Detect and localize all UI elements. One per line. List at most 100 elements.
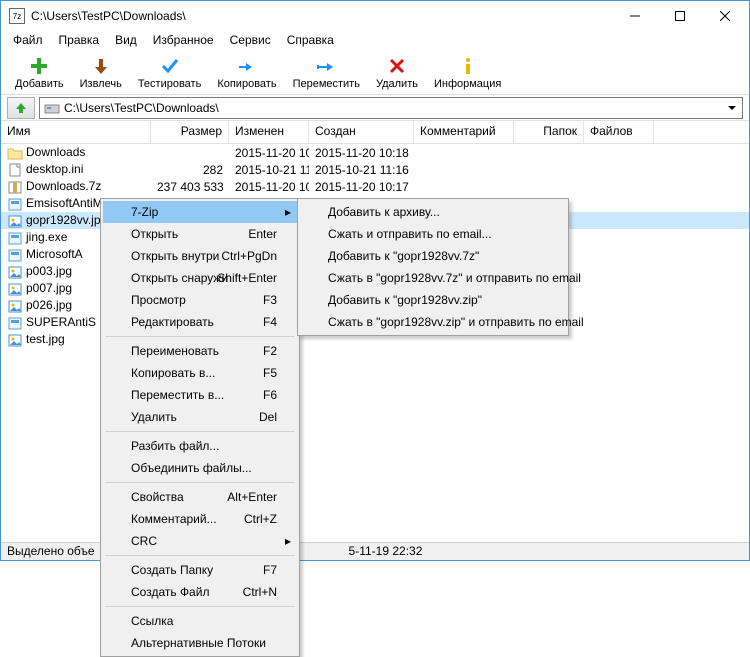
extract-icon (89, 55, 113, 77)
menu-file[interactable]: Файл (5, 31, 51, 51)
image-icon (7, 333, 23, 347)
menu-item[interactable]: Открыть внутриCtrl+PgDn (103, 245, 297, 267)
file-size: 282 (151, 163, 229, 177)
menu-item[interactable]: CRC▸ (103, 530, 297, 552)
menu-tools[interactable]: Сервис (222, 31, 279, 51)
file-size: 237 403 533 (151, 180, 229, 194)
path-text: C:\Users\TestPC\Downloads\ (64, 101, 219, 115)
menu-item[interactable]: Открыть снаружиShift+Enter (103, 267, 297, 289)
submenu-item[interactable]: Сжать и отправить по email... (300, 223, 566, 245)
file-name: desktop.ini (26, 162, 83, 176)
menu-item-label: Создать Файл (131, 585, 209, 599)
exe-icon (7, 316, 23, 330)
menu-separator (105, 482, 295, 483)
menu-help[interactable]: Справка (279, 31, 342, 51)
menu-shortcut: Shift+Enter (217, 271, 277, 285)
menu-separator (105, 606, 295, 607)
menu-shortcut: Del (259, 410, 277, 424)
submenu-item[interactable]: Добавить к архиву... (300, 201, 566, 223)
menu-favorites[interactable]: Избранное (145, 31, 222, 51)
info-icon (456, 55, 480, 77)
menu-item-label: Ссылка (131, 614, 173, 628)
menu-item[interactable]: ПросмотрF3 (103, 289, 297, 311)
toolbar-copy-button[interactable]: Копировать (211, 53, 282, 92)
maximize-button[interactable] (657, 2, 702, 31)
up-arrow-icon (13, 101, 29, 115)
status-selection: Выделено объе (7, 544, 95, 559)
toolbar-plus-button[interactable]: Добавить (9, 53, 70, 92)
col-size[interactable]: Размер (151, 121, 229, 143)
drive-icon (44, 100, 60, 116)
menu-shortcut: F3 (263, 293, 277, 307)
menu-item[interactable]: Копировать в...F5 (103, 362, 297, 384)
submenu-item[interactable]: Сжать в "gopr1928vv.zip" и отправить по … (300, 311, 566, 333)
exe-icon (7, 231, 23, 245)
close-button[interactable] (702, 2, 747, 31)
menu-item-label: Открыть снаружи (131, 271, 228, 285)
toolbar-extract-button[interactable]: Извлечь (74, 53, 128, 92)
minimize-button[interactable] (612, 2, 657, 31)
pathbar: C:\Users\TestPC\Downloads\ (1, 95, 749, 121)
col-name[interactable]: Имя (1, 121, 151, 143)
file-name: jing.exe (26, 230, 67, 244)
file-name: p003.jpg (26, 264, 72, 278)
menu-item-label: Объединить файлы... (131, 461, 252, 475)
menu-item[interactable]: Объединить файлы... (103, 457, 297, 479)
menu-item[interactable]: Создать ФайлCtrl+N (103, 581, 297, 603)
menu-view[interactable]: Вид (107, 31, 145, 51)
menu-item[interactable]: РедактироватьF4 (103, 311, 297, 333)
file-icon (7, 163, 23, 177)
toolbar-move-button[interactable]: Переместить (287, 53, 366, 92)
menu-shortcut: Alt+Enter (227, 490, 277, 504)
menu-item-label: Разбить файл... (131, 439, 219, 453)
col-modified[interactable]: Изменен (229, 121, 309, 143)
menu-item-label: Свойства (131, 490, 184, 504)
list-item[interactable]: Downloads 2015-11-20 10:20 2015-11-20 10… (1, 144, 749, 161)
menu-item-label: Сжать и отправить по email... (328, 227, 492, 241)
list-item[interactable]: desktop.ini 282 2015-10-21 11:16 2015-10… (1, 161, 749, 178)
menu-item-label: CRC (131, 534, 157, 548)
menu-item[interactable]: Комментарий...Ctrl+Z (103, 508, 297, 530)
menu-edit[interactable]: Правка (51, 31, 108, 51)
file-name: gopr1928vv.jpg (26, 213, 107, 227)
plus-icon (27, 55, 51, 77)
col-created[interactable]: Создан (309, 121, 414, 143)
exe-icon (7, 248, 23, 262)
menu-item[interactable]: Переместить в... F6 (103, 384, 297, 406)
move-icon (314, 55, 338, 77)
submenu-item[interactable]: Добавить к "gopr1928vv.zip" (300, 289, 566, 311)
col-folders[interactable]: Папок (514, 121, 584, 143)
menu-shortcut: F6 (263, 388, 277, 402)
submenu-arrow-icon: ▸ (285, 205, 291, 219)
file-name: test.jpg (26, 332, 65, 346)
menu-item[interactable]: 7-Zip▸ (103, 201, 297, 223)
toolbar-check-button[interactable]: Тестировать (132, 53, 208, 92)
list-item[interactable]: Downloads.7z 237 403 533 2015-11-20 10:1… (1, 178, 749, 195)
col-comment[interactable]: Комментарий (414, 121, 514, 143)
col-files[interactable]: Файлов (584, 121, 654, 143)
menu-item[interactable]: Разбить файл... (103, 435, 297, 457)
menu-item[interactable]: Альтернативные Потоки (103, 632, 297, 654)
path-dropdown-arrow[interactable] (724, 104, 740, 112)
context-menu: 7-Zip▸ОткрытьEnterОткрыть внутриCtrl+PgD… (100, 198, 300, 657)
tool-label: Тестировать (138, 78, 202, 90)
menu-item[interactable]: Свойства Alt+Enter (103, 486, 297, 508)
toolbar-x-button[interactable]: Удалить (370, 53, 424, 92)
submenu-item[interactable]: Сжать в "gopr1928vv.7z" и отправить по e… (300, 267, 566, 289)
menu-item-label: Комментарий... (131, 512, 217, 526)
menu-item[interactable]: ОткрытьEnter (103, 223, 297, 245)
menu-item[interactable]: ПереименоватьF2 (103, 340, 297, 362)
menu-item-label: Удалить (131, 410, 177, 424)
menu-item[interactable]: Ссылка (103, 610, 297, 632)
up-button[interactable] (7, 97, 35, 119)
menu-item-label: Альтернативные Потоки (131, 636, 266, 650)
menu-item[interactable]: Удалить Del (103, 406, 297, 428)
menu-item-label: Переместить в... (131, 388, 224, 402)
path-combobox[interactable]: C:\Users\TestPC\Downloads\ (39, 97, 743, 119)
menu-item[interactable]: Создать ПапкуF7 (103, 559, 297, 581)
toolbar-info-button[interactable]: Информация (428, 53, 507, 92)
file-name: p026.jpg (26, 298, 72, 312)
archive-icon (7, 180, 23, 194)
submenu-item[interactable]: Добавить к "gopr1928vv.7z" (300, 245, 566, 267)
menu-item-label: Добавить к архиву... (328, 205, 440, 219)
